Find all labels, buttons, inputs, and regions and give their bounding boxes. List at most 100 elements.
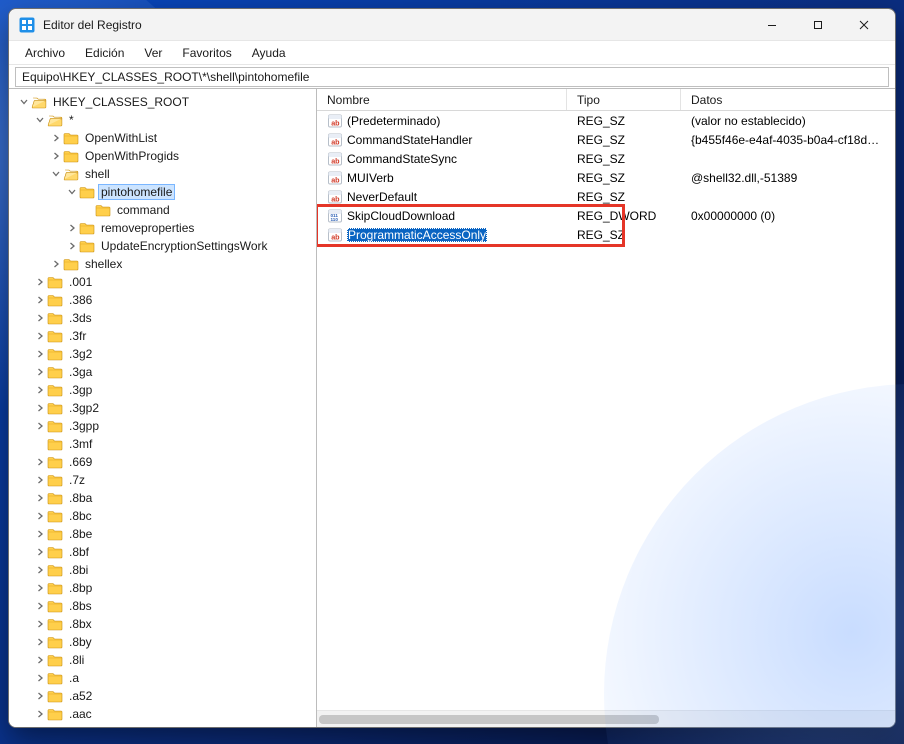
- tree-node[interactable]: pintohomefile: [9, 183, 316, 201]
- folder-icon: [47, 382, 63, 398]
- tree-node[interactable]: .8bs: [9, 597, 316, 615]
- chevron-right-icon[interactable]: [49, 134, 63, 142]
- chevron-right-icon[interactable]: [33, 620, 47, 628]
- menu-ver[interactable]: Ver: [134, 43, 172, 63]
- menu-archivo[interactable]: Archivo: [15, 43, 75, 63]
- chevron-right-icon[interactable]: [33, 638, 47, 646]
- tree-node[interactable]: OpenWithProgids: [9, 147, 316, 165]
- chevron-right-icon[interactable]: [33, 458, 47, 466]
- values-header[interactable]: Nombre Tipo Datos: [317, 89, 895, 111]
- col-datos[interactable]: Datos: [681, 89, 895, 110]
- folder-icon: [47, 688, 63, 704]
- chevron-down-icon[interactable]: [17, 98, 31, 106]
- chevron-right-icon[interactable]: [33, 314, 47, 322]
- tree-node[interactable]: .3g2: [9, 345, 316, 363]
- value-row[interactable]: (Predeterminado)REG_SZ(valor no establec…: [317, 111, 895, 130]
- tree-node[interactable]: .669: [9, 453, 316, 471]
- tree-node[interactable]: .7z: [9, 471, 316, 489]
- minimize-button[interactable]: [749, 9, 795, 41]
- value-row[interactable]: CommandStateHandlerREG_SZ{b455f46e-e4af-…: [317, 130, 895, 149]
- chevron-right-icon[interactable]: [33, 350, 47, 358]
- chevron-right-icon[interactable]: [33, 548, 47, 556]
- tree-node[interactable]: .3gp2: [9, 399, 316, 417]
- chevron-right-icon[interactable]: [33, 422, 47, 430]
- tree-node[interactable]: .abr: [9, 723, 316, 727]
- chevron-right-icon[interactable]: [33, 530, 47, 538]
- values-h-scrollbar[interactable]: [317, 710, 895, 727]
- chevron-right-icon[interactable]: [49, 260, 63, 268]
- chevron-right-icon[interactable]: [33, 368, 47, 376]
- tree-node[interactable]: .001: [9, 273, 316, 291]
- chevron-right-icon[interactable]: [33, 602, 47, 610]
- tree-node[interactable]: .3gpp: [9, 417, 316, 435]
- chevron-right-icon[interactable]: [33, 584, 47, 592]
- chevron-right-icon[interactable]: [33, 386, 47, 394]
- menu-favoritos[interactable]: Favoritos: [172, 43, 241, 63]
- tree-node[interactable]: .aac: [9, 705, 316, 723]
- address-input[interactable]: Equipo\HKEY_CLASSES_ROOT\*\shell\pintoho…: [15, 67, 889, 87]
- tree-node[interactable]: HKEY_CLASSES_ROOT: [9, 93, 316, 111]
- chevron-right-icon[interactable]: [33, 692, 47, 700]
- value-row[interactable]: ProgrammaticAccessOnlyREG_SZ: [317, 225, 895, 244]
- tree-pane[interactable]: HKEY_CLASSES_ROOT*OpenWithListOpenWithPr…: [9, 89, 317, 727]
- maximize-button[interactable]: [795, 9, 841, 41]
- tree-node[interactable]: .3ga: [9, 363, 316, 381]
- tree-node-label: .8be: [67, 527, 94, 541]
- tree-node[interactable]: UpdateEncryptionSettingsWork: [9, 237, 316, 255]
- chevron-right-icon[interactable]: [33, 566, 47, 574]
- close-button[interactable]: [841, 9, 887, 41]
- tree-node[interactable]: .3gp: [9, 381, 316, 399]
- menu-ayuda[interactable]: Ayuda: [242, 43, 296, 63]
- tree-node[interactable]: .8ba: [9, 489, 316, 507]
- chevron-right-icon[interactable]: [33, 494, 47, 502]
- col-tipo[interactable]: Tipo: [567, 89, 681, 110]
- chevron-down-icon[interactable]: [65, 188, 79, 196]
- chevron-right-icon[interactable]: [49, 152, 63, 160]
- tree-node[interactable]: .3ds: [9, 309, 316, 327]
- reg-string-icon: [327, 113, 343, 129]
- tree-node[interactable]: *: [9, 111, 316, 129]
- chevron-right-icon[interactable]: [65, 242, 79, 250]
- value-type: REG_SZ: [567, 228, 681, 242]
- value-row[interactable]: SkipCloudDownloadREG_DWORD0x00000000 (0): [317, 206, 895, 225]
- chevron-right-icon[interactable]: [33, 512, 47, 520]
- chevron-right-icon[interactable]: [33, 656, 47, 664]
- tree-node[interactable]: .8bc: [9, 507, 316, 525]
- tree-node[interactable]: .386: [9, 291, 316, 309]
- col-nombre[interactable]: Nombre: [317, 89, 567, 110]
- tree-node[interactable]: OpenWithList: [9, 129, 316, 147]
- value-type: REG_SZ: [567, 190, 681, 204]
- tree-node[interactable]: command: [9, 201, 316, 219]
- tree-node[interactable]: .8li: [9, 651, 316, 669]
- value-row[interactable]: MUIVerbREG_SZ@shell32.dll,-51389: [317, 168, 895, 187]
- tree-node[interactable]: removeproperties: [9, 219, 316, 237]
- chevron-right-icon[interactable]: [33, 476, 47, 484]
- tree-node[interactable]: .8bi: [9, 561, 316, 579]
- value-row[interactable]: CommandStateSyncREG_SZ: [317, 149, 895, 168]
- tree-node[interactable]: .a: [9, 669, 316, 687]
- chevron-down-icon[interactable]: [49, 170, 63, 178]
- tree-node[interactable]: .8by: [9, 633, 316, 651]
- tree-node[interactable]: .8be: [9, 525, 316, 543]
- chevron-right-icon[interactable]: [65, 224, 79, 232]
- tree-node[interactable]: .8bf: [9, 543, 316, 561]
- tree-node[interactable]: shellex: [9, 255, 316, 273]
- titlebar[interactable]: Editor del Registro: [9, 9, 895, 41]
- chevron-right-icon[interactable]: [33, 710, 47, 718]
- chevron-right-icon[interactable]: [33, 332, 47, 340]
- tree-node[interactable]: .a52: [9, 687, 316, 705]
- tree-node[interactable]: shell: [9, 165, 316, 183]
- chevron-right-icon[interactable]: [33, 404, 47, 412]
- tree-node[interactable]: .3fr: [9, 327, 316, 345]
- chevron-right-icon[interactable]: [33, 674, 47, 682]
- tree-node[interactable]: .3mf: [9, 435, 316, 453]
- chevron-down-icon[interactable]: [33, 116, 47, 124]
- folder-icon: [79, 220, 95, 236]
- value-row[interactable]: NeverDefaultREG_SZ: [317, 187, 895, 206]
- chevron-right-icon[interactable]: [33, 278, 47, 286]
- chevron-right-icon[interactable]: [33, 296, 47, 304]
- tree-node[interactable]: .8bx: [9, 615, 316, 633]
- values-rows[interactable]: (Predeterminado)REG_SZ(valor no establec…: [317, 111, 895, 710]
- menu-edicion[interactable]: Edición: [75, 43, 134, 63]
- tree-node[interactable]: .8bp: [9, 579, 316, 597]
